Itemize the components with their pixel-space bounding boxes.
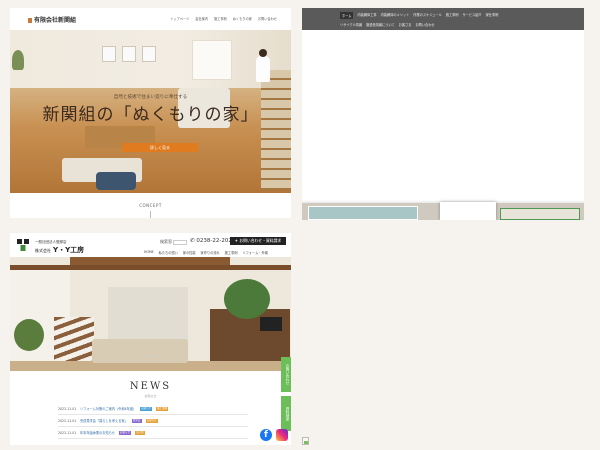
girl-figure	[256, 49, 270, 82]
nav-item[interactable]: 家仕事例	[486, 12, 499, 19]
facebook-icon[interactable]: f	[260, 429, 272, 441]
hero-image	[10, 257, 291, 371]
nav-item[interactable]: 内装解体工事	[357, 12, 376, 19]
nav-row-1: ホーム 内装解体工事 内装解体のメリット 作業のスケジュール 施工事例 サービス…	[340, 12, 498, 19]
content-card[interactable]	[440, 202, 496, 220]
sofa	[92, 339, 188, 363]
category-badge: お知らせ	[145, 418, 158, 423]
nav-item[interactable]: 施設長情報について	[366, 22, 395, 27]
nav-item-home[interactable]: HOME	[144, 250, 154, 255]
search-box[interactable]: 検索窓	[160, 239, 187, 245]
nav-item-warmhouse[interactable]: ぬくもりの家	[233, 16, 252, 21]
site-header: 有限会社新関組 トップページ 会社案内 施工事例 ぬくもりの家 お問い合わせ	[10, 8, 291, 30]
staircase	[261, 70, 291, 190]
site-logo[interactable]: 株式会社 Y・Y工房	[35, 245, 84, 255]
thumbnail-image[interactable]	[500, 208, 580, 220]
main-nav: HOME 私たちの想い 家の性能 家作りの流れ 施工事例 リフォーム・外構	[144, 250, 268, 255]
news-subheading: お知らせ	[144, 394, 157, 398]
nav-item-contact[interactable]: お問い合わせ	[258, 16, 277, 21]
concept-heading: CONCEPT	[139, 203, 162, 208]
instagram-icon[interactable]	[276, 429, 288, 441]
child-figure	[96, 172, 136, 190]
side-tab-brochure[interactable]: 資料請求	[281, 396, 291, 431]
category-badge: 施工事例	[156, 406, 169, 411]
window	[192, 40, 232, 80]
nav-item-top[interactable]: トップページ	[170, 16, 189, 21]
kitchen	[108, 287, 188, 347]
nav-item-reform[interactable]: リフォーム・外構	[242, 250, 267, 255]
nav-item-works[interactable]: 施工事例	[225, 250, 238, 255]
nav-item[interactable]: リサイクル情報	[340, 22, 362, 27]
picture-frame	[142, 46, 156, 62]
thumbnail-image[interactable]	[308, 206, 418, 220]
website-preview-yy-kobo[interactable]: 一般社団法人登録店 株式会社 Y・Y工房 検索窓 ✆ 0238-22-2022 ✈…	[10, 233, 291, 445]
television	[260, 317, 282, 331]
search-input[interactable]	[173, 239, 187, 245]
picture-frame	[102, 46, 116, 62]
website-preview-demolition[interactable]: ホーム 内装解体工事 内装解体のメリット 作業のスケジュール 施工事例 サービス…	[302, 8, 584, 220]
nav-item-works[interactable]: 施工事例	[214, 16, 227, 21]
plant	[12, 50, 24, 70]
category-badge: その他	[134, 430, 145, 435]
category-badge: 見学会	[131, 418, 142, 423]
category-badge: お知らせ	[140, 406, 153, 411]
nav-item-flow[interactable]: 家作りの流れ	[201, 250, 220, 255]
news-item[interactable]: 2022.11.01 年末年始休業のお知らせ お知らせ その他	[58, 427, 248, 439]
nav-item[interactable]: お問い合わせ	[416, 22, 435, 27]
hero-image: 自然と技術で住まい造りに奉仕する 新関組の「ぬくもりの家」 詳しく見る	[10, 30, 291, 193]
site-logo[interactable]: 有限会社新関組	[28, 15, 76, 24]
plant	[14, 319, 44, 351]
plant	[224, 279, 270, 319]
news-item[interactable]: 2022.11.01 完成見学会「暮らしを考える家」 見学会 お知らせ	[58, 415, 248, 427]
nav-bar: ホーム 内装解体工事 内装解体のメリット 作業のスケジュール 施工事例 サービス…	[302, 8, 584, 30]
news-item[interactable]: 2022.11.01 リフォーム対策のご案内（令和4年度） お知らせ 施工事例	[58, 403, 248, 415]
website-preview-shinkangumi[interactable]: 有限会社新関組 トップページ 会社案内 施工事例 ぬくもりの家 お問い合わせ 自…	[10, 8, 291, 218]
news-heading: NEWS	[129, 381, 172, 392]
staircase	[54, 317, 94, 367]
slider-dots[interactable]	[142, 355, 154, 357]
nav-item[interactable]: 施工事例	[446, 12, 459, 19]
picture-frame	[122, 46, 136, 62]
nav-row-2: リサイクル情報 施設長情報について お客さま お問い合わせ	[340, 22, 435, 27]
nav-item[interactable]: サービス紹介	[463, 12, 482, 19]
broken-image-icon	[302, 437, 309, 445]
divider	[150, 211, 151, 218]
logo-mark-icon	[17, 239, 29, 251]
nav-item-company[interactable]: 会社案内	[195, 16, 208, 21]
nav-item[interactable]: 作業のスケジュール	[413, 12, 441, 19]
side-tabs: お問い合わせ 資料請求	[281, 357, 291, 435]
hero-title: 新関組の「ぬくもりの家」	[42, 105, 259, 125]
phone-number[interactable]: ✆ 0238-22-2022	[190, 238, 235, 244]
nav-item[interactable]: 内装解体のメリット	[381, 12, 410, 19]
news-list: 2022.11.01 リフォーム対策のご案内（令和4年度） お知らせ 施工事例 …	[58, 403, 248, 439]
nav-item-philosophy[interactable]: 私たちの想い	[159, 250, 178, 255]
logo-mark-icon	[28, 18, 32, 23]
nav-item-performance[interactable]: 家の性能	[183, 250, 196, 255]
category-badge: お知らせ	[119, 430, 131, 435]
details-button[interactable]: 詳しく見る	[122, 143, 198, 152]
side-tab-contact[interactable]: お問い合わせ	[281, 357, 291, 392]
contact-button[interactable]: ✈ お問い合わせ・資料請求	[230, 237, 286, 245]
nav-item-home[interactable]: ホーム	[340, 12, 354, 19]
nav-item[interactable]: お客さま	[399, 22, 412, 27]
main-nav: トップページ 会社案内 施工事例 ぬくもりの家 お問い合わせ	[170, 16, 277, 21]
